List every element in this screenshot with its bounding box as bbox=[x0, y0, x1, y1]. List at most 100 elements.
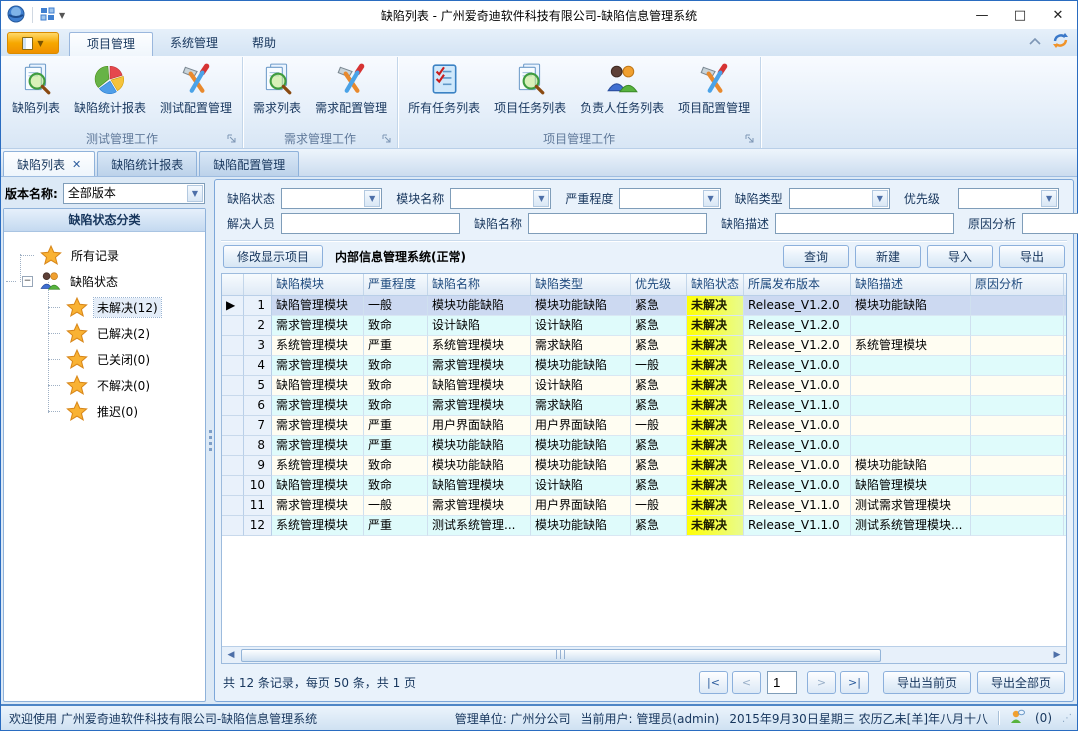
quick-access-icon[interactable] bbox=[40, 7, 56, 24]
ribbon-button-项目任务列表[interactable]: 项目任务列表 bbox=[487, 59, 573, 129]
ribbon-button-所有任务列表[interactable]: 所有任务列表 bbox=[401, 59, 487, 129]
scrollbar-thumb[interactable]: ||| bbox=[241, 649, 881, 662]
table-row[interactable]: 3系统管理模块严重系统管理模块需求缺陷紧急未解决Release_V1.2.0系统… bbox=[222, 336, 1066, 356]
tree-item-推迟(0)[interactable]: 推迟(0) bbox=[6, 398, 203, 424]
filter-input-缺陷描述[interactable] bbox=[775, 213, 954, 234]
column-header-解决[interactable]: 解决 bbox=[1064, 274, 1066, 295]
filter-input-原因分析[interactable] bbox=[1022, 213, 1078, 234]
tree-item-已解决(2)[interactable]: 已解决(2) bbox=[6, 320, 203, 346]
table-row[interactable]: ▶1缺陷管理模块一般模块功能缺陷模块功能缺陷紧急未解决Release_V1.2.… bbox=[222, 296, 1066, 316]
modify-columns-button[interactable]: 修改显示项目 bbox=[223, 245, 323, 268]
chevron-down-icon[interactable]: ▼ bbox=[364, 190, 380, 207]
application-menu-button[interactable]: ▼ bbox=[7, 32, 59, 54]
action-button-查询[interactable]: 查询 bbox=[783, 245, 849, 268]
column-header-优先级[interactable]: 优先级 bbox=[631, 274, 687, 295]
quick-access-caret-icon[interactable]: ▼ bbox=[59, 11, 65, 20]
close-button[interactable]: ✕ bbox=[1039, 1, 1077, 29]
column-header-所属发布版本[interactable]: 所属发布版本 bbox=[744, 274, 851, 295]
table-row[interactable]: 8需求管理模块严重模块功能缺陷模块功能缺陷紧急未解决Release_V1.0.0 bbox=[222, 436, 1066, 456]
cell-module: 缺陷管理模块 bbox=[272, 296, 364, 316]
ribbon-tab-系统管理[interactable]: 系统管理 bbox=[153, 32, 235, 56]
collapse-ribbon-icon[interactable] bbox=[1028, 35, 1042, 49]
tree-item-缺陷状态[interactable]: −缺陷状态 bbox=[6, 268, 203, 294]
maximize-button[interactable]: □ bbox=[1001, 1, 1039, 29]
doc-tab-缺陷列表[interactable]: 缺陷列表✕ bbox=[3, 151, 95, 176]
ribbon-tab-帮助[interactable]: 帮助 bbox=[235, 32, 293, 56]
minimize-button[interactable]: — bbox=[963, 1, 1001, 29]
filter-select-缺陷类型[interactable]: ▼ bbox=[789, 188, 890, 209]
export-all-pages-button[interactable]: 导出全部页 bbox=[977, 671, 1065, 694]
filter-select-优先级[interactable]: ▼ bbox=[958, 188, 1059, 209]
chevron-down-icon[interactable]: ▼ bbox=[872, 190, 888, 207]
ribbon-tab-项目管理[interactable]: 项目管理 bbox=[69, 32, 153, 56]
cell-severity: 严重 bbox=[364, 436, 428, 456]
chevron-down-icon[interactable]: ▼ bbox=[533, 190, 549, 207]
scroll-left-icon[interactable]: ◀ bbox=[223, 650, 239, 660]
first-page-button[interactable]: |< bbox=[699, 671, 728, 694]
sidebar-splitter[interactable] bbox=[206, 179, 214, 702]
table-row[interactable]: 11需求管理模块一般需求管理模块用户界面缺陷一般未解决Release_V1.1.… bbox=[222, 496, 1066, 516]
ribbon-button-需求列表[interactable]: 需求列表 bbox=[246, 59, 308, 129]
horizontal-scrollbar[interactable]: ◀ ||| ▶ bbox=[222, 646, 1066, 663]
column-header-缺陷名称[interactable]: 缺陷名称 bbox=[428, 274, 531, 295]
org-text: 管理单位: 广州分公司 bbox=[455, 710, 571, 727]
tree-item-未解决(12)[interactable]: 未解决(12) bbox=[6, 294, 203, 320]
tree-item-所有记录[interactable]: 所有记录 bbox=[6, 242, 203, 268]
cell-name: 设计缺陷 bbox=[428, 316, 531, 336]
dialog-launcher-icon[interactable] bbox=[744, 133, 756, 145]
cell-type: 用户界面缺陷 bbox=[531, 416, 631, 436]
ribbon-button-需求配置管理[interactable]: 需求配置管理 bbox=[308, 59, 394, 129]
action-button-导出[interactable]: 导出 bbox=[999, 245, 1065, 268]
column-header-缺陷模块[interactable]: 缺陷模块 bbox=[272, 274, 364, 295]
help-style-icon[interactable] bbox=[1052, 32, 1069, 52]
doc-tab-缺陷配置管理[interactable]: 缺陷配置管理 bbox=[199, 151, 299, 176]
doc-tab-缺陷统计报表[interactable]: 缺陷统计报表 bbox=[97, 151, 197, 176]
next-page-button[interactable]: > bbox=[807, 671, 836, 694]
tree-item-不解决(0)[interactable]: 不解决(0) bbox=[6, 372, 203, 398]
page-number-input[interactable] bbox=[767, 671, 797, 694]
table-row[interactable]: 12系统管理模块严重测试系统管理...模块功能缺陷紧急未解决Release_V1… bbox=[222, 516, 1066, 536]
table-row[interactable]: 7需求管理模块严重用户界面缺陷用户界面缺陷一般未解决Release_V1.0.0 bbox=[222, 416, 1066, 436]
column-header-缺陷描述[interactable]: 缺陷描述 bbox=[851, 274, 971, 295]
tree-item-已关闭(0)[interactable]: 已关闭(0) bbox=[6, 346, 203, 372]
ribbon-button-项目配置管理[interactable]: 项目配置管理 bbox=[671, 59, 757, 129]
column-header-原因分析[interactable]: 原因分析 bbox=[971, 274, 1064, 295]
close-tab-icon[interactable]: ✕ bbox=[72, 158, 81, 171]
star-icon bbox=[66, 296, 88, 318]
table-row[interactable]: 5缺陷管理模块致命缺陷管理模块设计缺陷紧急未解决Release_V1.0.0 bbox=[222, 376, 1066, 396]
scroll-right-icon[interactable]: ▶ bbox=[1049, 650, 1065, 660]
ribbon-button-缺陷列表[interactable]: 缺陷列表 bbox=[5, 59, 67, 129]
table-row[interactable]: 4需求管理模块致命需求管理模块模块功能缺陷一般未解决Release_V1.0.0 bbox=[222, 356, 1066, 376]
table-row[interactable]: 9系统管理模块致命模块功能缺陷模块功能缺陷紧急未解决Release_V1.0.0… bbox=[222, 456, 1066, 476]
cell-module: 需求管理模块 bbox=[272, 316, 364, 336]
table-row[interactable]: 6需求管理模块致命需求管理模块需求缺陷紧急未解决Release_V1.1.0 bbox=[222, 396, 1066, 416]
ribbon-button-缺陷统计报表[interactable]: 缺陷统计报表 bbox=[67, 59, 153, 129]
version-select[interactable]: 全部版本 ▼ bbox=[63, 183, 205, 204]
dialog-launcher-icon[interactable] bbox=[226, 133, 238, 145]
action-button-新建[interactable]: 新建 bbox=[855, 245, 921, 268]
dialog-launcher-icon[interactable] bbox=[381, 133, 393, 145]
last-page-button[interactable]: >| bbox=[840, 671, 869, 694]
filter-select-严重程度[interactable]: ▼ bbox=[619, 188, 720, 209]
chevron-down-icon[interactable]: ▼ bbox=[1041, 190, 1057, 207]
filter-select-模块名称[interactable]: ▼ bbox=[450, 188, 551, 209]
ribbon-button-测试配置管理[interactable]: 测试配置管理 bbox=[153, 59, 239, 129]
action-button-导入[interactable]: 导入 bbox=[927, 245, 993, 268]
filter-input-缺陷名称[interactable] bbox=[528, 213, 707, 234]
messenger-icon[interactable] bbox=[1009, 709, 1025, 727]
table-row[interactable]: 2需求管理模块致命设计缺陷设计缺陷紧急未解决Release_V1.2.0 bbox=[222, 316, 1066, 336]
collapse-node-icon[interactable]: − bbox=[22, 276, 33, 287]
column-header-严重程度[interactable]: 严重程度 bbox=[364, 274, 428, 295]
resize-grip[interactable]: ⋰ bbox=[1062, 713, 1071, 724]
column-header-缺陷状态[interactable]: 缺陷状态 bbox=[687, 274, 744, 295]
filter-input-解决人员[interactable] bbox=[281, 213, 460, 234]
export-current-page-button[interactable]: 导出当前页 bbox=[883, 671, 971, 694]
row-marker-cell: ▶ bbox=[222, 296, 244, 316]
prev-page-button[interactable]: < bbox=[732, 671, 761, 694]
ribbon-button-负责人任务列表[interactable]: 负责人任务列表 bbox=[573, 59, 671, 129]
filter-select-缺陷状态[interactable]: ▼ bbox=[281, 188, 382, 209]
column-header-缺陷类型[interactable]: 缺陷类型 bbox=[531, 274, 631, 295]
chevron-down-icon[interactable]: ▼ bbox=[187, 185, 203, 202]
table-row[interactable]: 10缺陷管理模块致命缺陷管理模块设计缺陷紧急未解决Release_V1.0.0缺… bbox=[222, 476, 1066, 496]
chevron-down-icon[interactable]: ▼ bbox=[703, 190, 719, 207]
